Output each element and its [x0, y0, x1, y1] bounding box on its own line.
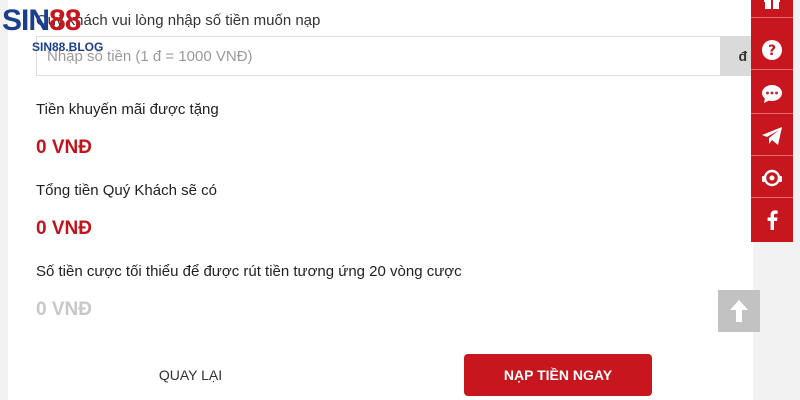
total-value: 0 VNĐ: [36, 218, 92, 239]
amount-input-group: đ: [36, 36, 756, 76]
logo-brand-accent: 88: [49, 4, 81, 37]
logo-brand-main: SIN: [2, 4, 50, 37]
currency-suffix: đ: [720, 37, 755, 75]
sin88-logo: SIN88 SIN88.BLOG: [2, 2, 134, 54]
deposit-panel: Quý khách vui lòng nhập số tiền muốn nạp…: [8, 0, 756, 400]
chat-button[interactable]: [751, 74, 793, 114]
help-icon: ?: [762, 39, 782, 60]
support-button[interactable]: [751, 158, 793, 198]
side-action-bar: ?: [751, 0, 793, 242]
telegram-icon: [762, 126, 782, 145]
arrow-up-icon: [730, 300, 748, 322]
back-button[interactable]: QUAY LẠI: [108, 356, 273, 394]
logo-site: SIN88.BLOG: [32, 40, 104, 54]
scroll-to-top-button[interactable]: [718, 290, 760, 332]
gift-button[interactable]: [751, 0, 793, 18]
chat-icon: [762, 84, 782, 103]
min-bet-label: Số tiền cược tối thiểu để được rút tiền …: [36, 263, 462, 280]
min-bet-value: 0 VNĐ: [36, 299, 92, 320]
logo-wordmark: SIN88: [2, 4, 81, 38]
bonus-value: 0 VNĐ: [36, 137, 92, 158]
support-icon: [762, 169, 782, 186]
total-label: Tổng tiền Quý Khách sẽ có: [36, 182, 217, 199]
svg-text:?: ?: [768, 43, 776, 59]
help-button[interactable]: ?: [751, 30, 793, 70]
deposit-now-button[interactable]: NẠP TIỀN NGAY: [464, 354, 652, 396]
telegram-button[interactable]: [751, 116, 793, 156]
facebook-icon: [767, 210, 778, 230]
amount-input[interactable]: [37, 37, 722, 75]
facebook-button[interactable]: [751, 200, 793, 240]
bonus-label: Tiền khuyến mãi được tặng: [36, 101, 219, 118]
gift-icon: [764, 0, 780, 9]
